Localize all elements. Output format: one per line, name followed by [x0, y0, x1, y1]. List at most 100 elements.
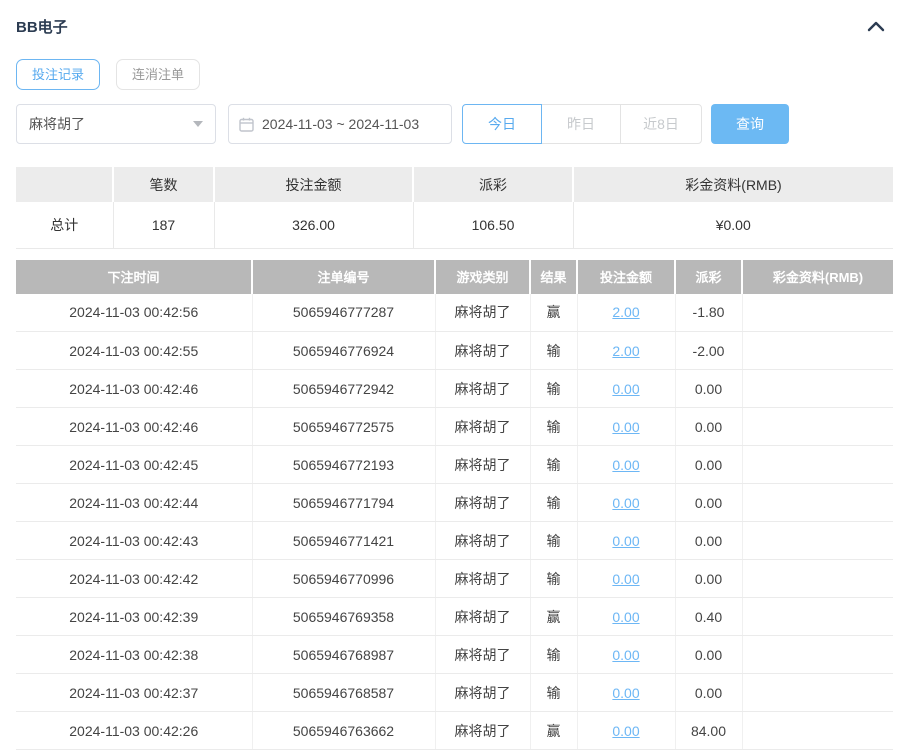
bet-amount-link[interactable]: 0.00: [612, 419, 639, 435]
bet-amount-cell: 0.00: [577, 560, 675, 598]
header-bet-amount: 投注金额: [577, 260, 675, 294]
record-type-tabs: 投注记录 连消注单: [16, 59, 893, 90]
table-row: 2024-11-03 00:42:385065946768987麻将胡了输 0.0…: [16, 636, 893, 674]
result-cell: 赢: [530, 598, 577, 636]
quick-date-button-group: 今日 昨日 近8日: [462, 104, 702, 144]
payout-cell: 0.00: [675, 484, 742, 522]
bet-amount-cell: 0.00: [577, 370, 675, 408]
summary-total-row: 总计 187 326.00 106.50 ¥0.00: [16, 202, 893, 248]
collapse-chevron-up-icon[interactable]: [865, 15, 887, 37]
result-cell: 输: [530, 560, 577, 598]
summary-header-payout: 派彩: [413, 167, 573, 202]
table-row: 2024-11-03 00:42:565065946777287麻将胡了赢2.0…: [16, 294, 893, 332]
table-row: 2024-11-03 00:42:435065946771421麻将胡了输0.0…: [16, 522, 893, 560]
order-number-cell: 5065946768587: [252, 674, 435, 712]
order-number-cell: 5065946769358: [252, 598, 435, 636]
bet-amount-link[interactable]: 2.00: [612, 343, 639, 359]
order-number-cell: 5065946772193: [252, 446, 435, 484]
bet-amount-cell: 0.00: [577, 712, 675, 750]
payout-cell: -1.80: [675, 294, 742, 332]
bet-amount-link[interactable]: 0.00: [612, 381, 639, 397]
table-row: 2024-11-03 00:42:395065946769358麻将胡了赢0.0…: [16, 598, 893, 636]
summary-table: 笔数 投注金额 派彩 彩金资料(RMB) 总计 187 326.00 106.5…: [16, 167, 893, 249]
payout-cell: 0.00: [675, 674, 742, 712]
bet-time-cell: 2024-11-03 00:42:37: [16, 674, 252, 712]
payout-cell: 0.00: [675, 560, 742, 598]
jackpot-cell: [742, 484, 893, 522]
table-row: 2024-11-03 00:42:375065946768587麻将胡了输0.0…: [16, 674, 893, 712]
result-cell: 输: [530, 636, 577, 674]
jackpot-cell: [742, 522, 893, 560]
summary-total-jackpot: ¥0.00: [573, 202, 893, 248]
table-row: 2024-11-03 00:42:465065946772942麻将胡了输0.0…: [16, 370, 893, 408]
bet-time-cell: 2024-11-03 00:42:38: [16, 636, 252, 674]
order-number-cell: 5065946771794: [252, 484, 435, 522]
tab-cascade-orders[interactable]: 连消注单: [116, 59, 200, 90]
game-select-value: 麻将胡了: [29, 114, 85, 134]
last-8-days-button[interactable]: 近8日: [620, 104, 702, 144]
filter-bar: 麻将胡了 2024-11-03 ~ 2024-11-03 今日 昨日 近8日 查…: [16, 104, 893, 144]
bet-amount-link[interactable]: 0.00: [612, 495, 639, 511]
bet-time-cell: 2024-11-03 00:42:43: [16, 522, 252, 560]
bet-amount-link[interactable]: 0.00: [612, 723, 639, 739]
bet-amount-link[interactable]: 2.00: [612, 304, 639, 320]
game-category-cell: 麻将胡了: [435, 712, 530, 750]
order-number-cell: 5065946770996: [252, 560, 435, 598]
bet-time-cell: 2024-11-03 00:42:26: [16, 712, 252, 750]
bet-time-cell: 2024-11-03 00:42:56: [16, 294, 252, 332]
payout-cell: 84.00: [675, 712, 742, 750]
summary-header-jackpot: 彩金资料(RMB): [573, 167, 893, 202]
result-cell: 输: [530, 408, 577, 446]
bet-amount-cell: 0.00: [577, 674, 675, 712]
date-range-value: 2024-11-03 ~ 2024-11-03: [262, 116, 419, 132]
tab-bet-records[interactable]: 投注记录: [16, 59, 100, 90]
bet-amount-cell: 0.00: [577, 408, 675, 446]
bet-amount-cell: 0.00: [577, 446, 675, 484]
table-row: 2024-11-03 00:42:465065946772575麻将胡了输0.0…: [16, 408, 893, 446]
bet-records-panel: BB电子 投注记录 连消注单 麻将胡了 2024-11-03 ~ 2024-11…: [0, 0, 909, 740]
bet-amount-link[interactable]: 0.00: [612, 685, 639, 701]
summary-header-row: 笔数 投注金额 派彩 彩金资料(RMB): [16, 167, 893, 202]
query-button[interactable]: 查询: [711, 104, 789, 144]
date-range-input[interactable]: 2024-11-03 ~ 2024-11-03: [228, 104, 452, 144]
header-order-number: 注单编号: [252, 260, 435, 294]
game-category-cell: 麻将胡了: [435, 636, 530, 674]
bet-time-cell: 2024-11-03 00:42:44: [16, 484, 252, 522]
jackpot-cell: [742, 294, 893, 332]
bet-amount-link[interactable]: 0.00: [612, 457, 639, 473]
bet-amount-cell: 2.00: [577, 294, 675, 332]
bet-time-cell: 2024-11-03 00:42:46: [16, 408, 252, 446]
bet-amount-link[interactable]: 0.00: [612, 533, 639, 549]
jackpot-cell: [742, 408, 893, 446]
game-category-cell: 麻将胡了: [435, 446, 530, 484]
bet-time-cell: 2024-11-03 00:42:39: [16, 598, 252, 636]
game-select[interactable]: 麻将胡了: [16, 104, 216, 144]
table-row: 2024-11-03 00:42:265065946763662麻将胡了赢0.0…: [16, 712, 893, 750]
jackpot-cell: [742, 636, 893, 674]
today-button[interactable]: 今日: [462, 104, 542, 144]
summary-total-bet-amount: 326.00: [214, 202, 413, 248]
bet-amount-link[interactable]: 0.00: [612, 647, 639, 663]
summary-header-count: 笔数: [113, 167, 214, 202]
bet-amount-link[interactable]: 0.00: [612, 609, 639, 625]
game-category-cell: 麻将胡了: [435, 370, 530, 408]
order-number-cell: 5065946768987: [252, 636, 435, 674]
summary-total-label: 总计: [16, 202, 113, 248]
records-header-row: 下注时间 注单编号 游戏类别 结果 投注金额 派彩 彩金资料(RMB): [16, 260, 893, 294]
payout-cell: -2.00: [675, 332, 742, 370]
summary-header-blank: [16, 167, 113, 202]
bet-amount-link[interactable]: 0.00: [612, 571, 639, 587]
header-payout: 派彩: [675, 260, 742, 294]
result-cell: 输: [530, 332, 577, 370]
result-cell: 输: [530, 446, 577, 484]
jackpot-cell: [742, 370, 893, 408]
summary-total-payout: 106.50: [413, 202, 573, 248]
chevron-down-icon: [193, 121, 203, 127]
order-number-cell: 5065946771421: [252, 522, 435, 560]
yesterday-button[interactable]: 昨日: [542, 104, 621, 144]
jackpot-cell: [742, 332, 893, 370]
bet-time-cell: 2024-11-03 00:42:55: [16, 332, 252, 370]
order-number-cell: 5065946777287: [252, 294, 435, 332]
game-category-cell: 麻将胡了: [435, 560, 530, 598]
jackpot-cell: [742, 712, 893, 750]
